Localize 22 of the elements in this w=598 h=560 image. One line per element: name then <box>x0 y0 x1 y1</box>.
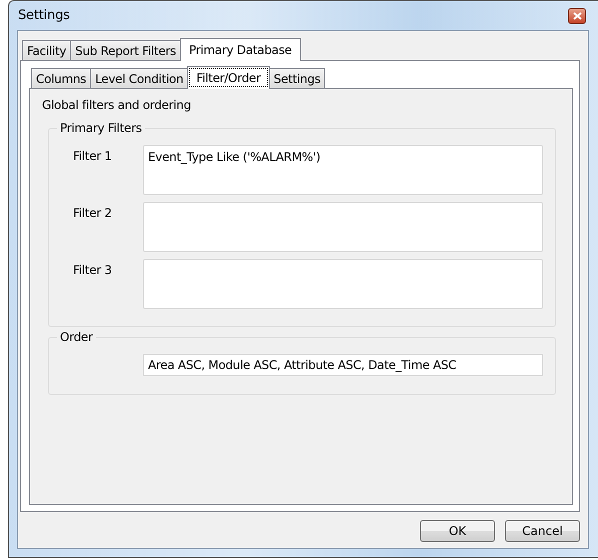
close-icon <box>572 12 582 20</box>
tab[interactable]: Level Condition <box>90 68 188 88</box>
tab[interactable]: Facility <box>22 40 72 60</box>
description-text: Global filters and ordering <box>42 98 192 112</box>
dialog-button[interactable]: OK <box>420 520 495 542</box>
filter-label: Filter 2 <box>73 205 113 220</box>
filter-field[interactable] <box>143 259 543 309</box>
tab[interactable]: Settings <box>268 68 326 88</box>
tab[interactable]: Filter/Order <box>187 66 270 89</box>
group-title: Primary Filters <box>57 121 145 135</box>
tab[interactable]: Primary Database <box>180 38 301 61</box>
close-button[interactable] <box>568 8 586 24</box>
filter-label: Filter 3 <box>73 262 113 277</box>
window-title: Settings <box>18 8 70 23</box>
tab[interactable]: Sub Report Filters <box>70 40 181 60</box>
group-title: Order <box>57 330 96 344</box>
order-field[interactable]: Area ASC, Module ASC, Attribute ASC, Date_Time ASC <box>143 354 543 376</box>
filter-field[interactable] <box>143 202 543 252</box>
tab[interactable]: Columns <box>31 68 92 88</box>
dialog-button[interactable]: Cancel <box>505 520 580 542</box>
filter-label: Filter 1 <box>73 148 113 163</box>
filter-field[interactable]: Event_Type Like ('%ALARM%') <box>143 145 543 195</box>
